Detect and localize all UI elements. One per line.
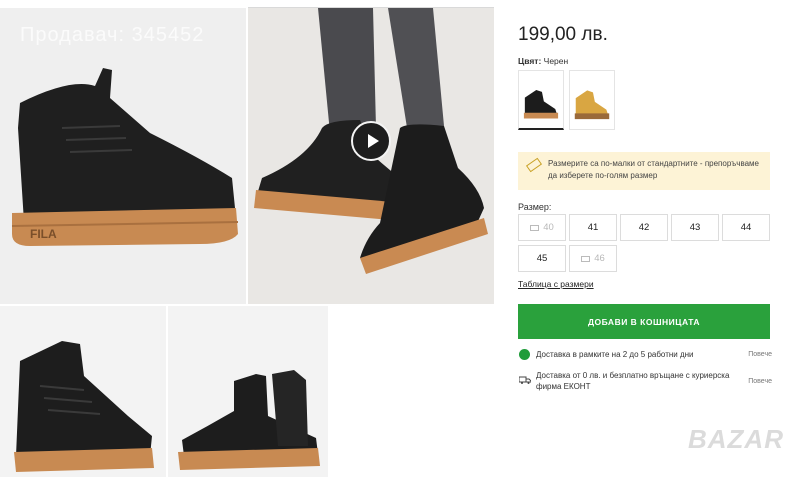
color-selector-label: Цвят: Черен bbox=[518, 56, 568, 66]
size-option-43[interactable]: 43 bbox=[671, 214, 719, 241]
seller-watermark: Продавач: 345452 bbox=[20, 24, 205, 46]
delivery-time-row: Доставка в рамките на 2 до 5 работни дни… bbox=[518, 349, 772, 361]
tan-boot-thumbnail bbox=[574, 90, 610, 120]
product-info-panel: 199,00 лв. Цвят: Черен Размерите са по-м… bbox=[518, 0, 772, 477]
product-photo-worn[interactable] bbox=[248, 8, 494, 304]
envelope-icon bbox=[581, 255, 591, 262]
color-swatch-tan[interactable] bbox=[569, 70, 615, 130]
size-value: 44 bbox=[740, 222, 752, 233]
status-dot-icon bbox=[519, 349, 530, 360]
svg-text:FILA: FILA bbox=[30, 227, 57, 241]
size-notice-text: Размерите са по-малки от стандартните - … bbox=[548, 159, 759, 180]
size-option-45[interactable]: 45 bbox=[518, 245, 566, 272]
color-label: Цвят: bbox=[518, 56, 542, 66]
size-value: 40 bbox=[543, 222, 554, 233]
truck-icon bbox=[519, 376, 531, 384]
size-notice: Размерите са по-малки от стандартните - … bbox=[518, 152, 770, 190]
product-price: 199,00 лв. bbox=[518, 24, 608, 45]
envelope-icon bbox=[530, 224, 540, 231]
delivery-time-text: Доставка в рамките на 2 до 5 работни дни bbox=[536, 350, 694, 359]
size-value: 43 bbox=[689, 222, 701, 233]
product-page: FILA Продавач: 345452 199,00 лв. Цвят: Ч… bbox=[0, 0, 800, 477]
size-option-40[interactable]: 40 bbox=[518, 214, 566, 241]
color-swatch-black[interactable] bbox=[518, 70, 564, 130]
size-option-44[interactable]: 44 bbox=[722, 214, 770, 241]
product-photo-front[interactable] bbox=[0, 306, 166, 477]
size-table-link[interactable]: Таблица с размери bbox=[518, 279, 594, 289]
bazar-logo-watermark: BAZAR bbox=[688, 424, 784, 454]
ruler-icon bbox=[525, 157, 543, 173]
delivery-shipping-more-link[interactable]: Повече bbox=[748, 376, 772, 387]
boot-front-image bbox=[14, 341, 154, 472]
black-boot-thumbnail bbox=[523, 90, 559, 119]
size-value: 42 bbox=[638, 222, 650, 233]
color-value: Черен bbox=[543, 56, 569, 66]
size-value: 45 bbox=[536, 253, 548, 264]
delivery-shipping-row: Доставка от 0 лв. и безплатно връщане с … bbox=[518, 370, 772, 394]
size-option-46[interactable]: 46 bbox=[569, 245, 617, 272]
size-option-41[interactable]: 41 bbox=[569, 214, 617, 241]
size-label: Размер: bbox=[518, 202, 552, 212]
product-photo-side[interactable]: FILA Продавач: 345452 bbox=[0, 8, 246, 304]
size-value: 41 bbox=[587, 222, 599, 233]
product-photo-back[interactable] bbox=[168, 306, 328, 477]
delivery-time-more-link[interactable]: Повече bbox=[748, 349, 772, 360]
boot-side-image: FILA bbox=[11, 68, 239, 246]
boot-back-image bbox=[178, 370, 320, 470]
play-video-button[interactable] bbox=[351, 121, 391, 161]
delivery-shipping-text: Доставка от 0 лв. и безплатно връщане с … bbox=[536, 371, 730, 391]
size-option-42[interactable]: 42 bbox=[620, 214, 668, 241]
add-to-cart-button[interactable]: ДОБАВИ В КОШНИЦАТА bbox=[518, 304, 770, 339]
size-value: 46 bbox=[594, 253, 605, 264]
